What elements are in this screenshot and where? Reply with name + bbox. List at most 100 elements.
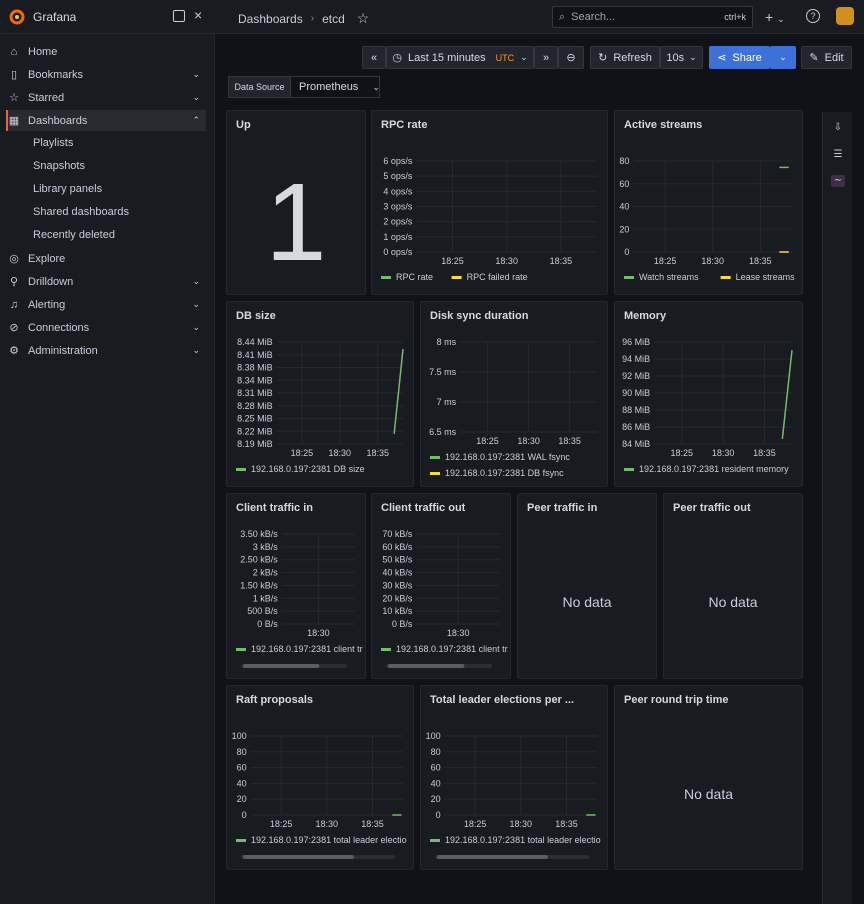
outline-icon[interactable]: ☰ bbox=[831, 149, 845, 161]
search-input[interactable]: ⌕ Search... ctrl+k bbox=[552, 6, 753, 28]
sidebar-subitem-library-panels[interactable]: Library panels bbox=[33, 183, 102, 195]
star-icon[interactable]: ☆ bbox=[357, 10, 370, 27]
chevron-down-icon[interactable]: ⌄ bbox=[192, 69, 200, 80]
edit-button[interactable]: ✎ Edit bbox=[801, 46, 852, 69]
time-shift-forward-button[interactable]: » bbox=[534, 46, 558, 69]
time-picker-button[interactable]: ◷ Last 15 minutes UTC ⌄ bbox=[386, 46, 534, 69]
x-tick-label: 18:30 bbox=[495, 256, 518, 266]
close-menu-icon[interactable]: × bbox=[194, 7, 202, 23]
grafana-logo-icon[interactable] bbox=[8, 8, 26, 26]
y-tick-label: 0 bbox=[242, 810, 247, 820]
share-dropdown-button[interactable]: ⌄ bbox=[770, 46, 796, 69]
panel-rpc[interactable]: RPC rate 6 ops/s 5 ops/s 4 ops/s 3 ops/s 2 o… bbox=[371, 110, 608, 295]
sidebar-item-connections[interactable]: ⊘ Connections ⌄ bbox=[6, 317, 206, 338]
sidebar-item-drilldown[interactable]: ⚲ Drilldown ⌄ bbox=[6, 271, 206, 292]
search-icon: ⌕ bbox=[559, 10, 566, 23]
sidebar-subitem-shared-dashboards[interactable]: Shared dashboards bbox=[33, 206, 129, 218]
panel-up[interactable]: Up 1 bbox=[226, 110, 366, 295]
sidebar-item-home[interactable]: ⌂ Home bbox=[6, 41, 206, 62]
refresh-interval-select[interactable]: 10s ⌄ bbox=[660, 46, 703, 69]
search-placeholder: Search... bbox=[571, 11, 616, 23]
panel-memory[interactable]: Memory 96 MiB 94 MiB 92 MiB 90 MiB 88 MiB 86 … bbox=[614, 301, 803, 487]
elect-chart: 100 80 60 40 20 0 18:25 18:30 18:35 192.168.0.197… bbox=[426, 731, 601, 859]
y-tick-label: 0 ops/s bbox=[383, 247, 413, 257]
legend-swatch bbox=[430, 472, 440, 475]
sidebar-item-explore[interactable]: ◎ Explore bbox=[6, 248, 206, 269]
chevron-down-icon[interactable]: ⌄ bbox=[192, 92, 200, 103]
legend-swatch bbox=[236, 648, 246, 651]
sidebar-item-starred[interactable]: ☆ Starred ⌄ bbox=[6, 87, 206, 108]
breadcrumb-dashboards[interactable]: Dashboards bbox=[238, 12, 303, 26]
time-shift-back-button[interactable]: « bbox=[362, 46, 386, 69]
cin-chart: 3.50 kB/s 3 kB/s 2.50 kB/s 2 kB/s 1.50 kB/s 1… bbox=[236, 529, 363, 668]
sidebar-item-alerting[interactable]: ♫ Alerting ⌄ bbox=[6, 294, 206, 315]
bell-icon: ♫ bbox=[9, 298, 19, 311]
legend-label: Watch streams bbox=[639, 272, 699, 282]
breadcrumb: Dashboards › etcd ☆ bbox=[238, 10, 369, 27]
legend-swatch bbox=[430, 839, 440, 842]
sidebar-subitem-snapshots[interactable]: Snapshots bbox=[33, 160, 85, 172]
sidebar-item-label: Bookmarks bbox=[28, 68, 84, 81]
avatar[interactable] bbox=[836, 7, 854, 25]
x-tick-label: 18:25 bbox=[441, 256, 464, 266]
x-tick-label: 18:25 bbox=[670, 448, 693, 458]
y-tick-label: 50 kB/s bbox=[382, 555, 413, 565]
legend-swatch bbox=[381, 276, 391, 279]
chevron-down-icon: ⌄ bbox=[372, 81, 380, 92]
panel-peer-traffic-out[interactable]: Peer traffic out No data bbox=[663, 493, 803, 679]
panel-client-traffic-in[interactable]: Client traffic in 3.50 kB/s 3 kB/s 2.50 kB… bbox=[226, 493, 366, 679]
sidebar-item-dashboards[interactable]: ▦ Dashboards ⌃ bbox=[6, 110, 206, 131]
sidebar-item-administration[interactable]: ⚙ Administration ⌄ bbox=[6, 340, 206, 361]
panel-title: Peer traffic out bbox=[673, 502, 751, 514]
clock-icon: ◷ bbox=[392, 52, 402, 64]
panel-peer-traffic-in[interactable]: Peer traffic in No data bbox=[517, 493, 657, 679]
help-icon[interactable]: ? bbox=[806, 9, 820, 23]
chevron-down-icon[interactable]: ⌄ bbox=[192, 276, 200, 287]
chevron-up-icon[interactable]: ⌃ bbox=[192, 115, 200, 126]
y-tick-label: 3 ops/s bbox=[383, 202, 413, 212]
db-chart: 8.44 MiB 8.41 MiB 8.38 MiB 8.34 MiB 8.31 MiB… bbox=[236, 337, 404, 474]
legend-swatch bbox=[720, 276, 731, 279]
sidebar-item-label: Explore bbox=[28, 252, 66, 265]
download-icon[interactable]: ⇩ bbox=[831, 122, 845, 134]
sidebar-subitem-playlists[interactable]: Playlists bbox=[33, 137, 73, 149]
chevron-down-icon[interactable]: ⌄ bbox=[192, 322, 200, 333]
sidebar-subitem-recently-deleted[interactable]: Recently deleted bbox=[33, 229, 115, 241]
sidebar-item-label: Dashboards bbox=[28, 114, 88, 127]
new-plus-icon[interactable]: + ⌄ bbox=[765, 9, 785, 25]
y-tick-label: 20 kB/s bbox=[382, 593, 413, 603]
y-tick-label: 1.50 kB/s bbox=[240, 580, 278, 590]
panel-leader-elections[interactable]: Total leader elections per ... 100 80 60 40… bbox=[420, 685, 608, 870]
refresh-button[interactable]: ↻ Refresh bbox=[590, 46, 660, 69]
panel-raft-proposals[interactable]: Raft proposals 100 80 60 40 20 0 18:25 18:30 18:… bbox=[226, 685, 414, 870]
y-tick-label: 84 MiB bbox=[622, 439, 650, 449]
cout-chart: 70 kB/s 60 kB/s 50 kB/s 40 kB/s 30 kB/s 20 kB… bbox=[381, 529, 508, 668]
share-button[interactable]: ⋖ Share bbox=[709, 46, 770, 69]
disk-chart: 8 ms 7.5 ms 7 ms 6.5 ms 18:25 18:30 18:35 192.1… bbox=[429, 337, 597, 478]
panel-title: Client traffic in bbox=[236, 502, 314, 514]
panel-disk-sync[interactable]: Disk sync duration 8 ms 7.5 ms 7 ms 6.5 ms 1… bbox=[420, 301, 608, 487]
sidebar-item-label: Alerting bbox=[28, 298, 66, 311]
legend-label: 192.168.0.197:2381 resident memory bbox=[639, 464, 789, 474]
bookmark-icon: ▯ bbox=[10, 69, 18, 81]
y-tick-label: 80 bbox=[237, 747, 247, 757]
chart-toggle-icon[interactable]: ∼ bbox=[831, 175, 845, 187]
sidebar-item-bookmarks[interactable]: ▯ Bookmarks ⌄ bbox=[6, 64, 206, 85]
panel-peer-rtt[interactable]: Peer round trip time No data bbox=[614, 685, 803, 870]
y-tick-label: 6 ops/s bbox=[383, 156, 413, 166]
zoom-out-icon[interactable]: ⊖ bbox=[558, 46, 584, 69]
datasource-value: Prometheus bbox=[299, 81, 359, 93]
dock-menu-icon[interactable] bbox=[173, 10, 185, 22]
panel-title: Client traffic out bbox=[381, 502, 466, 514]
y-tick-label: 8.41 MiB bbox=[237, 350, 273, 360]
y-tick-label: 40 bbox=[237, 778, 247, 788]
chevron-down-icon[interactable]: ⌄ bbox=[192, 299, 200, 310]
y-tick-label: 0 bbox=[436, 810, 441, 820]
chevron-down-icon: ⌄ bbox=[779, 52, 787, 62]
panel-db-size[interactable]: DB size 8.44 MiB 8.41 MiB 8.38 MiB 8.34 MiB… bbox=[226, 301, 414, 487]
chevron-down-icon[interactable]: ⌄ bbox=[192, 345, 200, 356]
datasource-select[interactable]: Prometheus ⌄ bbox=[290, 76, 380, 98]
mem-chart: 96 MiB 94 MiB 92 MiB 90 MiB 88 MiB 86 MiB 84 M… bbox=[622, 337, 793, 474]
panel-client-traffic-out[interactable]: Client traffic out 70 kB/s 60 kB/s 50 kB/s… bbox=[371, 493, 511, 679]
panel-active-streams[interactable]: Active streams 80 60 40 20 0 18:25 18:30 18:35 W… bbox=[614, 110, 803, 295]
